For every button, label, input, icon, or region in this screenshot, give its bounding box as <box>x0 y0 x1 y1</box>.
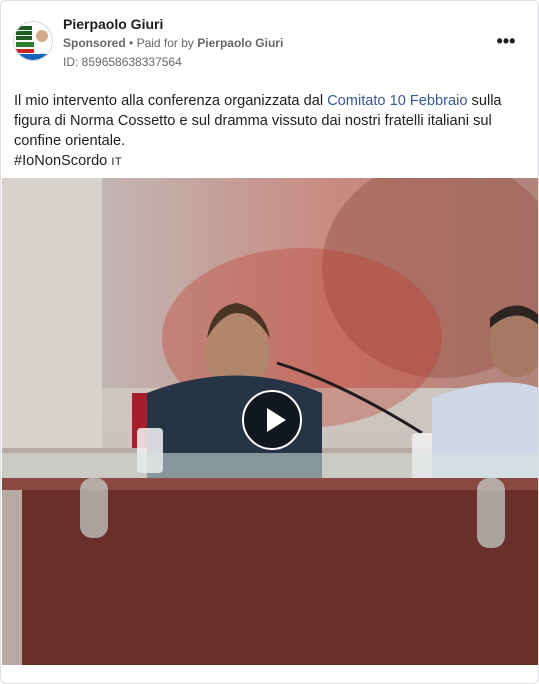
comitato-link[interactable]: Comitato 10 Febbraio <box>327 93 467 109</box>
post-header: Pierpaolo Giuri Sponsored • Paid for by … <box>13 13 526 73</box>
sponsored-label: Sponsored <box>63 36 126 50</box>
more-icon: ••• <box>496 31 516 51</box>
more-options-button[interactable]: ••• <box>494 31 518 51</box>
sponsor-line: Sponsored • Paid for by Pierpaolo Giuri <box>63 34 283 52</box>
paid-for-name: Pierpaolo Giuri <box>197 36 284 50</box>
post-text-part1: Il mio intervento alla conferenza organi… <box>14 93 328 109</box>
play-button[interactable] <box>242 390 302 450</box>
author-name[interactable]: Pierpaolo Giuri <box>63 15 283 33</box>
post-meta: Pierpaolo Giuri Sponsored • Paid for by … <box>63 15 283 71</box>
video-player[interactable] <box>2 178 538 665</box>
paid-for-prefix: Paid for by <box>136 36 194 50</box>
separator-dot: • <box>129 36 134 50</box>
hashtag-link[interactable]: #IoNonScordo <box>14 153 107 169</box>
post-text: Il mio intervento alla conferenza organi… <box>14 91 526 172</box>
language-tag: IT <box>111 156 123 168</box>
ad-card: Pierpaolo Giuri Sponsored • Paid for by … <box>0 0 539 684</box>
ad-id: ID: 859658638337564 <box>63 55 182 69</box>
campaign-logo-icon <box>14 22 52 60</box>
avatar[interactable] <box>13 21 53 61</box>
